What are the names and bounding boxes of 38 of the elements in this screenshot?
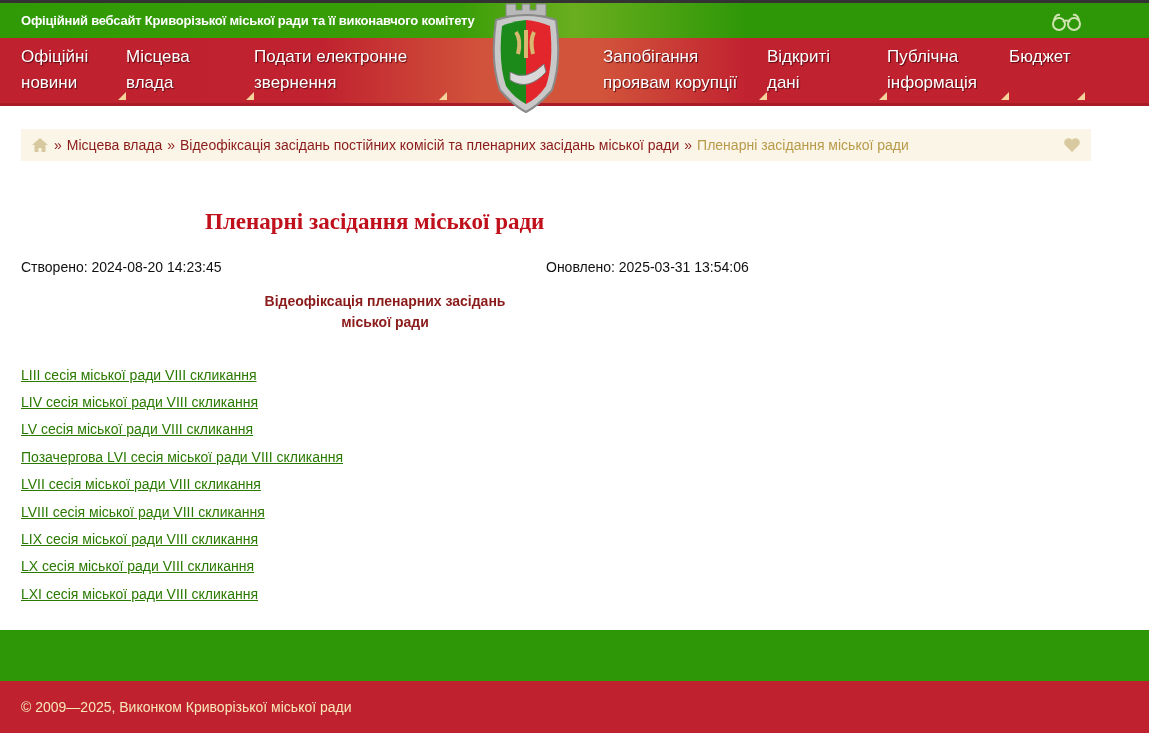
breadcrumb-separator: »	[167, 135, 175, 155]
session-link[interactable]: Позачергова LVI сесія міської ради VIII скликання	[21, 447, 343, 468]
nav-menu-item[interactable]: Запобігання проявам корупції	[603, 38, 767, 103]
dropdown-corner-icon	[879, 92, 887, 100]
session-link[interactable]: LIX сесія міської ради VIII скликання	[21, 529, 259, 550]
nav-menu-item[interactable]: Офіційні новини	[21, 38, 126, 103]
site-title: Офіційний вебсайт Криворізької міської ради та її виконавчого комітету	[21, 11, 475, 30]
dropdown-corner-icon	[1001, 92, 1009, 100]
page-title: Пленарні засідання міської ради	[205, 208, 546, 236]
session-link[interactable]: LIII сесія міської ради VIII скликання	[21, 365, 257, 385]
nav-menu-item[interactable]: Бюджет	[1009, 38, 1085, 103]
nav-menu-item[interactable]: Відкриті дані	[767, 38, 887, 103]
copyright-text: © 2009—2025, Виконком Криворізької міської ради	[21, 697, 352, 717]
dropdown-corner-icon	[439, 92, 447, 100]
session-link[interactable]: LX сесія міської ради VIII скликання	[21, 557, 255, 577]
nav-menu-item[interactable]: Публічна інформація	[887, 38, 1009, 103]
session-link[interactable]: LVIII сесія міської ради VIII скликання	[21, 502, 265, 522]
session-link[interactable]: LV сесія міської ради VIII скликання	[21, 420, 254, 440]
nav-menu-item[interactable]: Подати електронне звернення	[254, 38, 447, 103]
breadcrumb-link[interactable]: Відеофіксація засідань постійних комісій та пленарних засідань міської ради	[180, 134, 680, 156]
current-page-crumb: Пленарні засідання міської ради	[697, 135, 909, 155]
dropdown-corner-icon	[759, 92, 767, 100]
session-link[interactable]: LXI сесія міської ради VIII скликання	[21, 584, 259, 605]
dropdown-corner-icon	[246, 92, 254, 100]
session-link[interactable]: LIV сесія міської ради VIII скликання	[21, 392, 259, 413]
nav-menu-item[interactable]: Місцева влада	[126, 38, 254, 103]
breadcrumb-separator: »	[684, 135, 693, 155]
breadcrumb-link[interactable]: Місцева влада	[66, 134, 163, 156]
dropdown-corner-icon	[118, 92, 126, 100]
glasses-icon[interactable]	[1051, 13, 1082, 31]
favorite-heart-icon[interactable]	[1063, 137, 1081, 153]
home-icon[interactable]	[31, 137, 49, 153]
created-date: Створено: 2024-08-20 14:23:45	[21, 257, 223, 277]
session-link[interactable]: LVII сесія міської ради VIII скликання	[21, 475, 261, 495]
breadcrumb-separator: »	[54, 135, 62, 155]
dropdown-corner-icon	[1077, 92, 1085, 100]
subheading: Відеофіксація пленарних засідань міської ради	[263, 291, 507, 332]
updated-date: Оновлено: 2025-03-31 13:54:06	[546, 257, 749, 277]
